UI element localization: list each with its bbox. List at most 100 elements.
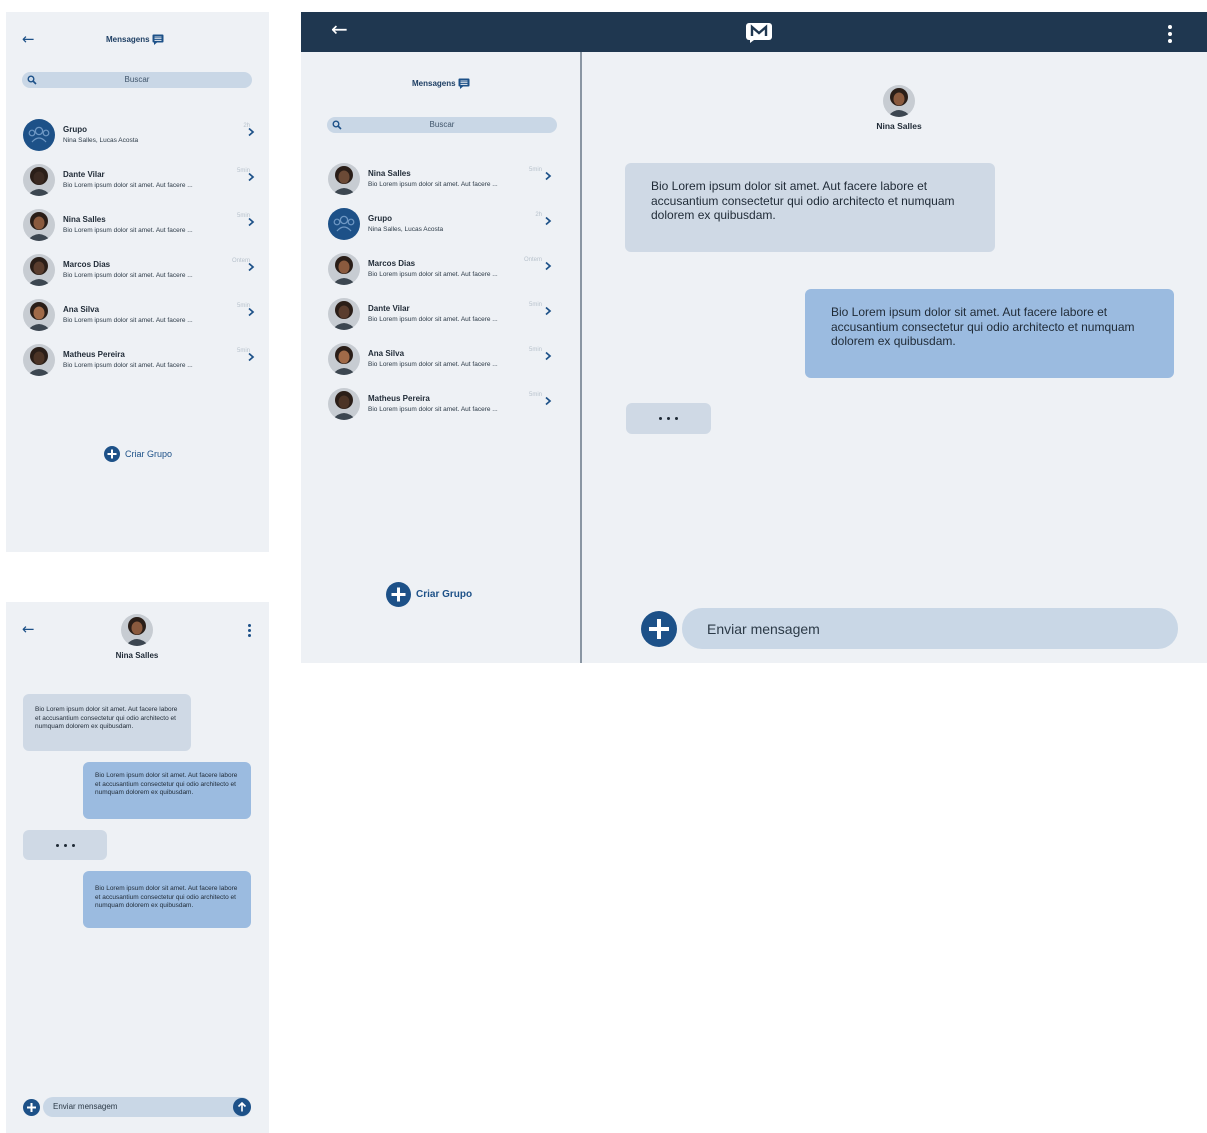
add-attachment-button[interactable] xyxy=(23,1099,40,1116)
contact-avatar xyxy=(883,85,915,117)
chevron-right-icon xyxy=(544,171,552,181)
send-button[interactable] xyxy=(233,1098,251,1116)
back-arrow-icon[interactable]: ← xyxy=(22,32,35,47)
conversation-name: Grupo xyxy=(63,125,87,134)
avatar xyxy=(328,163,360,195)
conversation-name: Matheus Pereira xyxy=(368,394,430,403)
chevron-right-icon xyxy=(544,306,552,316)
plus-circle-icon xyxy=(104,446,120,462)
conversation-item[interactable]: Matheus Pereira Bio Lorem ipsum dolor sit… xyxy=(23,342,255,378)
conversation-name: Dante Vilar xyxy=(368,304,410,313)
typing-indicator xyxy=(23,830,107,860)
conversation-snippet: Bio Lorem ipsum dolor sit amet. Aut face… xyxy=(368,406,498,413)
chevron-right-icon xyxy=(544,261,552,271)
chevron-right-icon xyxy=(544,351,552,361)
desktop-screen: ← Mensagens Buscar Nina Salles Bio Lorem … xyxy=(301,12,1207,663)
mobile-chat-screen: ← Nina Salles Bio Lorem ipsum dolor sit … xyxy=(6,602,269,1133)
conversation-item[interactable]: Ana Silva Bio Lorem ipsum dolor sit amet.… xyxy=(23,297,255,333)
search-placeholder: Buscar xyxy=(429,120,455,129)
conversation-time: 2h xyxy=(535,212,542,218)
message-text: Bio Lorem ipsum dolor sit amet. Aut face… xyxy=(831,305,1135,348)
plus-icon xyxy=(391,587,406,602)
conversation-name: Marcos Dias xyxy=(368,259,416,268)
app-header: ← xyxy=(301,12,1207,52)
conversation-item[interactable]: Dante Vilar Bio Lorem ipsum dolor sit ame… xyxy=(23,162,255,198)
arrow-up-icon xyxy=(237,1101,247,1112)
page-title-text: Mensagens xyxy=(106,35,150,44)
message-input-placeholder: Enviar mensagem xyxy=(707,621,820,637)
message-text: Bio Lorem ipsum dolor sit amet. Aut face… xyxy=(95,772,238,796)
chevron-right-icon xyxy=(247,127,255,137)
avatar xyxy=(23,299,55,331)
message-bubble-outgoing: Bio Lorem ipsum dolor sit amet. Aut face… xyxy=(83,762,251,819)
avatar xyxy=(328,253,360,285)
sidebar-title-text: Mensagens xyxy=(412,79,456,88)
conversation-snippet: Bio Lorem ipsum dolor sit amet. Aut face… xyxy=(63,317,193,324)
chevron-right-icon xyxy=(247,262,255,272)
search-input[interactable]: Buscar xyxy=(22,72,252,88)
conversation-snippet: Nina Salles, Lucas Acosta xyxy=(368,226,444,233)
more-options-icon[interactable] xyxy=(248,624,252,637)
conversation-name: Ana Silva xyxy=(368,349,405,358)
chevron-right-icon xyxy=(247,172,255,182)
search-input[interactable]: Buscar xyxy=(327,117,557,133)
avatar xyxy=(23,344,55,376)
group-avatar-icon xyxy=(328,208,360,240)
group-avatar-icon xyxy=(23,119,55,151)
conversation-snippet: Bio Lorem ipsum dolor sit amet. Aut face… xyxy=(368,361,498,368)
conversation-snippet: Bio Lorem ipsum dolor sit amet. Aut face… xyxy=(63,362,193,369)
conversation-name: Nina Salles xyxy=(63,215,106,224)
conversation-snippet: Bio Lorem ipsum dolor sit amet. Aut face… xyxy=(63,182,193,189)
avatar xyxy=(23,254,55,286)
plus-circle-icon xyxy=(386,582,411,607)
mobile-list-screen: ← Mensagens Buscar Grupo Nina Salles, Luc… xyxy=(6,12,269,552)
message-text: Bio Lorem ipsum dolor sit amet. Aut face… xyxy=(95,885,238,909)
message-input[interactable]: Enviar mensagem xyxy=(43,1097,251,1117)
back-arrow-icon[interactable]: ← xyxy=(22,622,35,637)
conversation-item[interactable]: Matheus Pereira Bio Lorem ipsum dolor sit… xyxy=(328,386,554,422)
avatar xyxy=(328,298,360,330)
typing-indicator xyxy=(626,403,711,434)
conversation-snippet: Bio Lorem ipsum dolor sit amet. Aut face… xyxy=(368,316,498,323)
conversation-item[interactable]: Marcos Dias Bio Lorem ipsum dolor sit ame… xyxy=(328,251,554,287)
message-bubble-outgoing: Bio Lorem ipsum dolor sit amet. Aut face… xyxy=(805,289,1174,378)
conversation-name: Matheus Pereira xyxy=(63,350,125,359)
create-group-button[interactable]: Criar Grupo xyxy=(104,446,172,462)
chevron-right-icon xyxy=(247,307,255,317)
chevron-right-icon xyxy=(544,216,552,226)
message-input[interactable]: Enviar mensagem xyxy=(682,608,1178,649)
back-arrow-icon[interactable]: ← xyxy=(331,19,348,39)
chevron-right-icon xyxy=(247,352,255,362)
conversation-item[interactable]: Marcos Dias Bio Lorem ipsum dolor sit ame… xyxy=(23,252,255,288)
message-text: Bio Lorem ipsum dolor sit amet. Aut face… xyxy=(35,706,178,730)
contact-name: Nina Salles xyxy=(115,651,159,660)
chat-bubble-icon xyxy=(152,34,164,45)
sidebar-divider xyxy=(580,52,582,663)
conversation-name: Nina Salles xyxy=(368,169,411,178)
more-options-icon[interactable] xyxy=(1168,25,1172,43)
conversation-item[interactable]: Dante Vilar Bio Lorem ipsum dolor sit ame… xyxy=(328,296,554,332)
plus-icon xyxy=(27,1103,36,1112)
message-bubble-outgoing: Bio Lorem ipsum dolor sit amet. Aut face… xyxy=(83,871,251,928)
conversation-snippet: Bio Lorem ipsum dolor sit amet. Aut face… xyxy=(368,181,498,188)
message-bubble-incoming: Bio Lorem ipsum dolor sit amet. Aut face… xyxy=(625,163,995,252)
conversation-name: Dante Vilar xyxy=(63,170,105,179)
contact-name: Nina Salles xyxy=(876,121,922,131)
conversation-snippet: Bio Lorem ipsum dolor sit amet. Aut face… xyxy=(63,272,193,279)
plus-icon xyxy=(649,619,669,639)
chevron-right-icon xyxy=(247,217,255,227)
avatar xyxy=(328,388,360,420)
conversation-time: 5min xyxy=(528,392,542,398)
avatar xyxy=(23,164,55,196)
conversation-item[interactable]: Ana Silva Bio Lorem ipsum dolor sit amet.… xyxy=(328,341,554,377)
conversation-item[interactable]: Grupo Nina Salles, Lucas Acosta 2h xyxy=(328,206,554,242)
message-input-placeholder: Enviar mensagem xyxy=(53,1102,118,1111)
conversation-item[interactable]: Nina Salles Bio Lorem ipsum dolor sit ame… xyxy=(328,161,554,197)
search-placeholder: Buscar xyxy=(124,75,150,84)
create-group-label: Criar Grupo xyxy=(125,449,173,459)
create-group-button[interactable]: Criar Grupo xyxy=(386,582,472,607)
add-attachment-button[interactable] xyxy=(641,611,677,647)
conversation-item[interactable]: Grupo Nina Salles, Lucas Acosta 2h xyxy=(23,117,255,153)
conversation-snippet: Nina Salles, Lucas Acosta xyxy=(63,137,139,144)
conversation-item[interactable]: Nina Salles Bio Lorem ipsum dolor sit ame… xyxy=(23,207,255,243)
